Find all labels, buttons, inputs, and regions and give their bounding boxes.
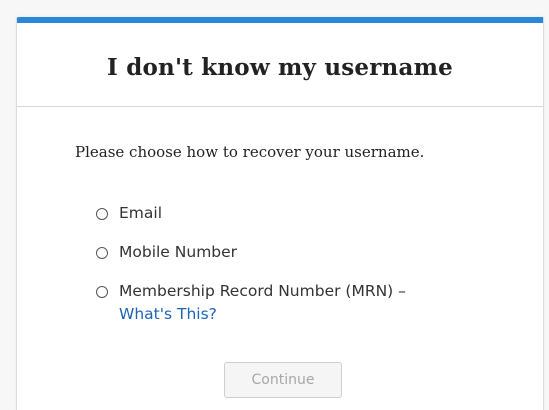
option-mobile-number-label: Mobile Number <box>119 243 238 261</box>
recover-username-card: I don't know my username Please choose h… <box>16 17 544 410</box>
page-title: I don't know my username <box>107 54 453 81</box>
radio-mrn[interactable] <box>96 286 108 298</box>
page: I don't know my username Please choose h… <box>0 0 549 410</box>
option-mrn-label: Membership Record Number (MRN) – <box>119 282 406 300</box>
recovery-options: Email Mobile Number Membership Record Nu… <box>95 202 515 326</box>
option-email[interactable]: Email <box>95 202 515 225</box>
option-mobile-number[interactable]: Mobile Number <box>95 241 515 264</box>
option-email-label: Email <box>119 204 163 222</box>
radio-email[interactable] <box>96 208 108 220</box>
radio-mobile-number[interactable] <box>96 247 108 259</box>
card-header: I don't know my username <box>17 23 543 107</box>
continue-button[interactable]: Continue <box>224 362 342 398</box>
recovery-prompt: Please choose how to recover your userna… <box>75 143 425 161</box>
whats-this-link[interactable]: What's This? <box>95 303 515 326</box>
option-mrn[interactable]: Membership Record Number (MRN) – What's … <box>95 280 515 326</box>
